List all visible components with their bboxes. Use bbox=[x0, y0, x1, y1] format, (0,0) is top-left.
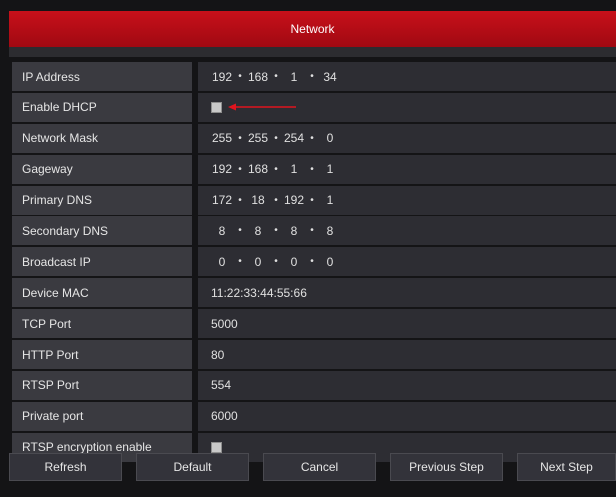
primary-dns-octet-1[interactable]: 172 bbox=[211, 193, 233, 207]
row-gateway: Gageway 192 • 168 • 1 • 1 bbox=[12, 154, 616, 184]
secondary-dns-label: Secondary DNS bbox=[12, 216, 192, 246]
network-mask-label: Network Mask bbox=[12, 123, 192, 153]
next-step-button[interactable]: Next Step bbox=[517, 453, 616, 481]
http-port-field[interactable]: 80 bbox=[198, 340, 616, 370]
secondary-dns-field[interactable]: 8 • 8 • 8 • 8 bbox=[198, 216, 616, 246]
mask-octet-4[interactable]: 0 bbox=[319, 131, 341, 145]
broadcast-octet-3[interactable]: 0 bbox=[283, 255, 305, 269]
row-ip-address: IP Address 192 • 168 • 1 • 34 bbox=[12, 62, 616, 91]
secondary-dns-octet-1[interactable]: 8 bbox=[211, 224, 233, 238]
ip-address-label: IP Address bbox=[12, 62, 192, 91]
broadcast-octet-2[interactable]: 0 bbox=[247, 255, 269, 269]
device-mac-label: Device MAC bbox=[12, 278, 192, 308]
device-mac-value: 11:22:33:44:55:66 bbox=[198, 278, 616, 308]
gateway-octet-2[interactable]: 168 bbox=[247, 162, 269, 176]
cancel-button[interactable]: Cancel bbox=[263, 453, 376, 481]
secondary-dns-octet-4[interactable]: 8 bbox=[319, 224, 341, 238]
broadcast-ip-field[interactable]: 0 • 0 • 0 • 0 bbox=[198, 247, 616, 277]
broadcast-ip-label: Broadcast IP bbox=[12, 247, 192, 277]
broadcast-octet-1[interactable]: 0 bbox=[211, 255, 233, 269]
broadcast-octet-4[interactable]: 0 bbox=[319, 255, 341, 269]
primary-dns-octet-4[interactable]: 1 bbox=[319, 193, 341, 207]
primary-dns-label: Primary DNS bbox=[12, 185, 192, 215]
gateway-field[interactable]: 192 • 168 • 1 • 1 bbox=[198, 154, 616, 184]
primary-dns-octet-3[interactable]: 192 bbox=[283, 193, 305, 207]
ip-octet-2[interactable]: 168 bbox=[247, 70, 269, 84]
gateway-label: Gageway bbox=[12, 154, 192, 184]
network-settings-list: IP Address 192 • 168 • 1 • 34 Enable DHCP bbox=[12, 62, 616, 464]
enable-dhcp-checkbox[interactable] bbox=[211, 101, 222, 113]
mask-octet-1[interactable]: 255 bbox=[211, 131, 233, 145]
rtsp-port-field[interactable]: 554 bbox=[198, 370, 616, 400]
window-title: Network bbox=[290, 22, 335, 36]
rtsp-port-label: RTSP Port bbox=[12, 370, 192, 400]
default-button[interactable]: Default bbox=[136, 453, 249, 481]
row-tcp-port: TCP Port 5000 bbox=[12, 309, 616, 339]
row-broadcast-ip: Broadcast IP 0 • 0 • 0 • 0 bbox=[12, 247, 616, 277]
row-rtsp-port: RTSP Port 554 bbox=[12, 370, 616, 400]
row-device-mac: Device MAC 11:22:33:44:55:66 bbox=[12, 278, 616, 308]
primary-dns-octet-2[interactable]: 18 bbox=[247, 193, 269, 207]
http-port-label: HTTP Port bbox=[12, 340, 192, 370]
secondary-dns-octet-3[interactable]: 8 bbox=[283, 224, 305, 238]
gateway-octet-3[interactable]: 1 bbox=[283, 162, 305, 176]
private-port-label: Private port bbox=[12, 401, 192, 431]
header-divider bbox=[9, 47, 616, 57]
network-mask-field[interactable]: 255 • 255 • 254 • 0 bbox=[198, 123, 616, 153]
refresh-button[interactable]: Refresh bbox=[9, 453, 122, 481]
gateway-octet-4[interactable]: 1 bbox=[319, 162, 341, 176]
row-enable-dhcp: Enable DHCP bbox=[12, 92, 616, 122]
primary-dns-field[interactable]: 172 • 18 • 192 • 1 bbox=[198, 185, 616, 215]
row-secondary-dns: Secondary DNS 8 • 8 • 8 • 8 bbox=[12, 216, 616, 246]
tcp-port-field[interactable]: 5000 bbox=[198, 309, 616, 339]
row-network-mask: Network Mask 255 • 255 • 254 • 0 bbox=[12, 123, 616, 153]
row-private-port: Private port 6000 bbox=[12, 401, 616, 431]
ip-octet-1[interactable]: 192 bbox=[211, 70, 233, 84]
private-port-field[interactable]: 6000 bbox=[198, 401, 616, 431]
annotation-arrow-icon bbox=[228, 103, 296, 111]
previous-step-button[interactable]: Previous Step bbox=[390, 453, 503, 481]
ip-address-field[interactable]: 192 • 168 • 1 • 34 bbox=[198, 62, 616, 91]
button-bar: Refresh Default Cancel Previous Step Nex… bbox=[9, 453, 616, 497]
row-primary-dns: Primary DNS 172 • 18 • 192 • 1 bbox=[12, 185, 616, 215]
secondary-dns-octet-2[interactable]: 8 bbox=[247, 224, 269, 238]
ip-octet-3[interactable]: 1 bbox=[283, 70, 305, 84]
rtsp-encryption-checkbox[interactable] bbox=[211, 441, 222, 453]
network-settings-window: Network IP Address 192 • 168 • 1 • 34 Enabl… bbox=[0, 0, 616, 497]
mask-octet-2[interactable]: 255 bbox=[247, 131, 269, 145]
title-bar: Network bbox=[9, 11, 616, 47]
mask-octet-3[interactable]: 254 bbox=[283, 131, 305, 145]
ip-octet-4[interactable]: 34 bbox=[319, 70, 341, 84]
gateway-octet-1[interactable]: 192 bbox=[211, 162, 233, 176]
tcp-port-label: TCP Port bbox=[12, 309, 192, 339]
enable-dhcp-label: Enable DHCP bbox=[12, 92, 192, 122]
row-http-port: HTTP Port 80 bbox=[12, 340, 616, 370]
